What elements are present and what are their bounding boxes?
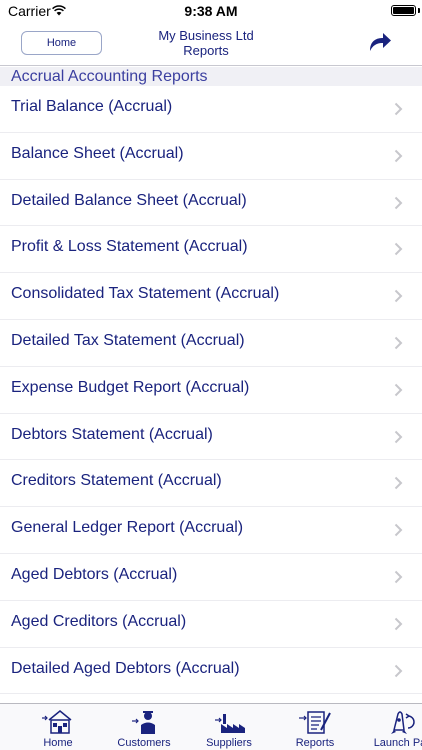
chevron-right-icon [394, 383, 403, 396]
report-label: Consolidated Tax Statement (Accrual) [11, 285, 280, 303]
customer-icon [132, 711, 155, 734]
chevron-right-icon [394, 336, 403, 350]
chevron-right-icon [394, 430, 403, 443]
clock: 9:38 AM [184, 3, 238, 19]
report-label: Detailed Aged Debtors (Accrual) [11, 659, 240, 677]
report-row[interactable]: Expense Budget Report (Accrual) [0, 366, 422, 414]
status-bar: Carrier 9:38 AM [0, 0, 422, 22]
report-row[interactable]: Profit & Loss Statement (Accrual) [0, 226, 422, 274]
chevron-right-icon [394, 617, 403, 630]
home-button[interactable]: Home [21, 31, 102, 55]
tab-bar: Home Customers Suppliers Reports Launch … [0, 703, 422, 750]
report-row[interactable]: Creditors Statement (Accrual) [0, 460, 422, 508]
report-label: Aged Debtors (Accrual) [11, 565, 178, 583]
report-row[interactable]: Aged Debtors (Accrual) [0, 553, 422, 601]
tab-label: Customers [117, 737, 171, 749]
tab-home[interactable]: Home [16, 704, 100, 750]
tab-label: Home [43, 737, 73, 749]
rocket-icon [391, 711, 415, 734]
tab-launch-pad[interactable]: Launch Pa [358, 704, 422, 750]
factory-icon [215, 714, 245, 733]
tab-label: Launch Pa [373, 737, 422, 749]
report-label: Profit & Loss Statement (Accrual) [11, 238, 248, 256]
tab-reports[interactable]: Reports [273, 704, 357, 750]
report-label: General Ledger Report (Accrual) [11, 519, 244, 537]
report-row[interactable]: Detailed Tax Statement (Accrual) [0, 319, 422, 367]
chevron-right-icon [394, 289, 403, 303]
report-row[interactable]: Balance Sheet (Accrual) [0, 132, 422, 180]
report-label: Detailed Tax Statement (Accrual) [11, 331, 245, 349]
report-row[interactable]: Detailed Balance Sheet (Accrual) [0, 179, 422, 227]
battery-tip [418, 8, 420, 13]
chevron-right-icon [394, 102, 403, 116]
chevron-right-icon [394, 243, 403, 256]
report-row[interactable]: General Ledger Report (Accrual) [0, 507, 422, 554]
share-arrow-icon[interactable] [367, 30, 393, 54]
page-title-line2: Reports [183, 43, 229, 58]
battery-icon [391, 5, 416, 16]
tab-label: Reports [295, 737, 335, 749]
chevron-right-icon [394, 149, 403, 163]
tab-label: Suppliers [206, 737, 252, 749]
report-label: Debtors Statement (Accrual) [11, 425, 213, 443]
chevron-right-icon [394, 196, 403, 209]
report-label: Balance Sheet (Accrual) [11, 144, 184, 162]
report-label: Trial Balance (Accrual) [11, 98, 173, 115]
chevron-right-icon [394, 523, 403, 537]
report-row[interactable]: Detailed Aged Debtors (Accrual) [0, 647, 422, 695]
house-icon [42, 710, 72, 734]
page-title: My Business Ltd Reports [130, 28, 282, 58]
chevron-right-icon [394, 664, 403, 677]
report-label: Detailed Balance Sheet (Accrual) [11, 191, 247, 209]
tab-customers[interactable]: Customers [102, 704, 186, 750]
navigation-bar: Home My Business Ltd Reports [0, 22, 422, 66]
report-label: Creditors Statement (Accrual) [11, 472, 222, 490]
report-icon [299, 711, 331, 734]
chevron-right-icon [394, 477, 403, 490]
report-row[interactable]: Aged Creditors (Accrual) [0, 600, 422, 648]
section-header-label: Accrual Accounting Reports [11, 68, 208, 85]
section-header: Accrual Accounting Reports [0, 67, 422, 86]
report-list: Trial Balance (Accrual) Balance Sheet (Ac… [0, 86, 422, 695]
report-row[interactable]: Debtors Statement (Accrual) [0, 413, 422, 461]
page-title-line1: My Business Ltd [158, 28, 254, 43]
report-row[interactable]: Trial Balance (Accrual) [0, 86, 422, 133]
tab-suppliers[interactable]: Suppliers [187, 704, 271, 750]
report-label: Expense Budget Report (Accrual) [11, 378, 250, 396]
chevron-right-icon [394, 570, 403, 584]
report-label: Aged Creditors (Accrual) [11, 612, 187, 630]
report-row[interactable]: Consolidated Tax Statement (Accrual) [0, 273, 422, 320]
